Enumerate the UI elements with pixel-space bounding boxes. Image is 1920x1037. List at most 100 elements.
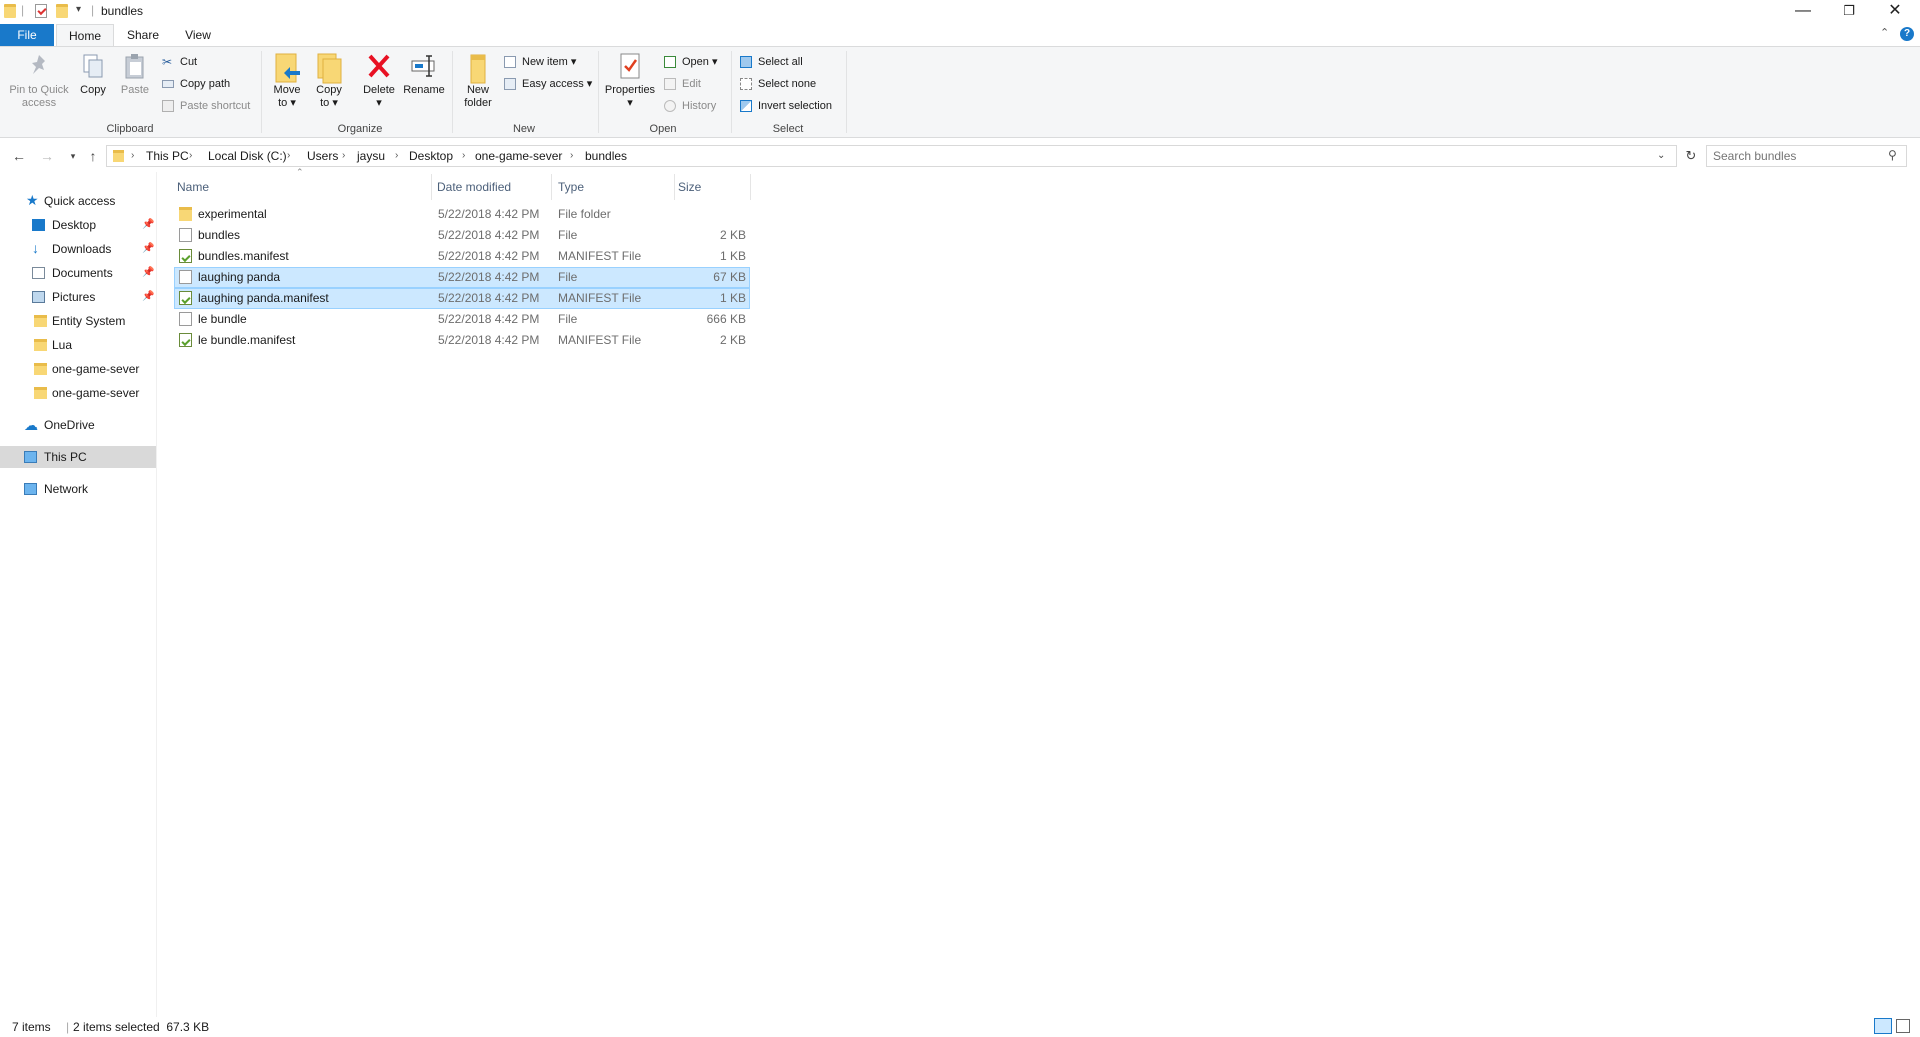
breadcrumb-users[interactable]: Users [307, 146, 338, 166]
nav-entity-system[interactable]: Entity System [0, 310, 156, 332]
copy-to-button[interactable]: Copy to ▾ [312, 51, 346, 110]
breadcrumb-separator[interactable]: › [189, 146, 192, 166]
nav-quick-access[interactable]: ★ Quick access [0, 190, 156, 212]
column-divider[interactable] [551, 174, 552, 200]
back-arrow-icon[interactable]: ← [8, 146, 30, 166]
nav-one-game-sever-2[interactable]: one-game-sever [0, 382, 156, 404]
file-row[interactable]: le bundle.manifest 5/22/2018 4:42 PM MAN… [174, 330, 750, 351]
tab-file[interactable]: File [0, 24, 54, 46]
cloud-icon: ☁ [24, 417, 38, 433]
close-button[interactable]: ✕ [1872, 0, 1918, 24]
ribbon-tabs: File Home Share View ⌃ ? [0, 24, 1920, 46]
invert-selection-button[interactable]: Invert selection [738, 97, 832, 115]
column-header-size[interactable]: Size [678, 172, 701, 202]
nav-desktop[interactable]: Desktop 📌 [0, 214, 156, 236]
minimize-button[interactable]: — [1780, 0, 1826, 24]
breadcrumb-separator[interactable]: › [287, 146, 290, 166]
nav-network[interactable]: Network [0, 478, 156, 500]
properties-button[interactable]: Properties ▾ [604, 51, 656, 110]
file-row[interactable]: bundles.manifest 5/22/2018 4:42 PM MANIF… [174, 246, 750, 267]
tab-share[interactable]: Share [118, 24, 168, 46]
file-row-selected[interactable]: laughing panda.manifest 5/22/2018 4:42 P… [174, 288, 750, 309]
pin-icon [24, 51, 54, 81]
select-none-button[interactable]: Select none [738, 75, 816, 93]
column-divider[interactable] [674, 174, 675, 200]
edit-button[interactable]: Edit [662, 75, 701, 93]
delete-button[interactable]: Delete ▾ [360, 51, 398, 110]
breadcrumb-bundles[interactable]: bundles [585, 146, 627, 166]
move-to-button[interactable]: Move to ▾ [270, 51, 304, 110]
nav-pictures[interactable]: Pictures 📌 [0, 286, 156, 308]
rename-button[interactable]: Rename [403, 51, 445, 97]
cut-button[interactable]: ✂ Cut [160, 53, 197, 71]
select-all-button[interactable]: Select all [738, 53, 803, 71]
nav-documents[interactable]: Documents 📌 [0, 262, 156, 284]
new-folder-qat-icon[interactable] [56, 4, 68, 18]
history-button[interactable]: History [662, 97, 716, 115]
details-view-icon[interactable] [1874, 1018, 1892, 1034]
search-box[interactable]: ⚲ [1706, 145, 1907, 167]
customize-qat-icon[interactable]: ▾ [76, 4, 81, 15]
paste-button[interactable]: Paste [118, 51, 152, 97]
breadcrumb-local-disk[interactable]: Local Disk (C:) [208, 146, 287, 166]
forward-arrow-icon[interactable]: → [36, 146, 58, 166]
new-item-button[interactable]: New item ▾ [502, 53, 576, 71]
breadcrumb-desktop[interactable]: Desktop [409, 146, 453, 166]
delete-label: Delete [363, 84, 395, 96]
search-icon[interactable]: ⚲ [1888, 148, 1897, 162]
nav-one-game-sever[interactable]: one-game-sever [0, 358, 156, 380]
address-dropdown-icon[interactable]: ⌄ [1657, 146, 1665, 166]
file-name: le bundle [198, 312, 247, 326]
file-row[interactable]: bundles 5/22/2018 4:42 PM File 2 KB [174, 225, 750, 246]
search-input[interactable] [1713, 147, 1883, 165]
delete-dropdown-icon[interactable]: ▾ [360, 97, 398, 110]
breadcrumb-separator[interactable]: › [462, 146, 465, 166]
breadcrumb-this-pc[interactable]: This PC [146, 146, 189, 166]
breadcrumb-jaysu[interactable]: jaysu [357, 146, 385, 166]
nav-downloads[interactable]: ↓ Downloads 📌 [0, 238, 156, 260]
paste-shortcut-button[interactable]: Paste shortcut [160, 97, 250, 115]
column-header-date[interactable]: Date modified [437, 172, 511, 202]
copy-path-button[interactable]: Copy path [160, 75, 230, 93]
help-icon[interactable]: ? [1900, 27, 1914, 41]
column-divider[interactable] [431, 174, 432, 200]
edit-icon [664, 78, 676, 90]
up-arrow-icon[interactable]: ↑ [82, 146, 104, 166]
easy-access-label: Easy access ▾ [522, 78, 593, 90]
open-button[interactable]: Open ▾ [662, 53, 718, 71]
file-row-selected[interactable]: laughing panda 5/22/2018 4:42 PM File 67… [174, 267, 750, 288]
easy-access-button[interactable]: Easy access ▾ [502, 75, 592, 93]
restore-button[interactable]: ❐ [1826, 0, 1872, 24]
tab-view[interactable]: View [172, 24, 224, 46]
large-icons-view-icon[interactable] [1896, 1019, 1910, 1033]
breadcrumb-one-game-sever[interactable]: one-game-sever [475, 146, 562, 166]
file-row[interactable]: experimental 5/22/2018 4:42 PM File fold… [174, 204, 750, 225]
breadcrumb-separator[interactable]: › [131, 146, 134, 166]
file-name: bundles.manifest [198, 249, 289, 263]
pane-divider[interactable] [156, 172, 157, 1017]
copy-path-label: Copy path [180, 78, 231, 90]
properties-dropdown-icon[interactable]: ▾ [604, 97, 656, 110]
column-divider[interactable] [750, 174, 751, 200]
nav-this-pc[interactable]: This PC [0, 446, 156, 468]
refresh-icon[interactable]: ↻ [1680, 146, 1702, 166]
column-header-type[interactable]: Type [558, 172, 584, 202]
tab-home[interactable]: Home [56, 24, 114, 46]
collapse-ribbon-icon[interactable]: ⌃ [1880, 26, 1889, 39]
recent-locations-icon[interactable]: ▾ [62, 146, 84, 166]
nav-lua[interactable]: Lua [0, 334, 156, 356]
new-folder-button[interactable]: New folder [460, 51, 496, 110]
properties-qat-icon[interactable] [35, 4, 47, 18]
column-header-name[interactable]: Name [177, 172, 209, 202]
breadcrumb-separator[interactable]: › [395, 146, 398, 166]
copy-button[interactable]: Copy [76, 51, 110, 97]
breadcrumb-separator[interactable]: › [570, 146, 573, 166]
file-type: File folder [558, 207, 611, 221]
file-row[interactable]: le bundle 5/22/2018 4:42 PM File 666 KB [174, 309, 750, 330]
nav-onedrive[interactable]: ☁ OneDrive [0, 414, 156, 436]
breadcrumb-separator[interactable]: › [342, 146, 345, 166]
address-bar[interactable]: › This PC › Local Disk (C:) › Users › ja… [106, 145, 1677, 167]
pin-to-quick-access-button[interactable]: Pin to Quick access [6, 51, 72, 110]
file-icon [179, 312, 192, 326]
file-size: 2 KB [719, 228, 746, 242]
